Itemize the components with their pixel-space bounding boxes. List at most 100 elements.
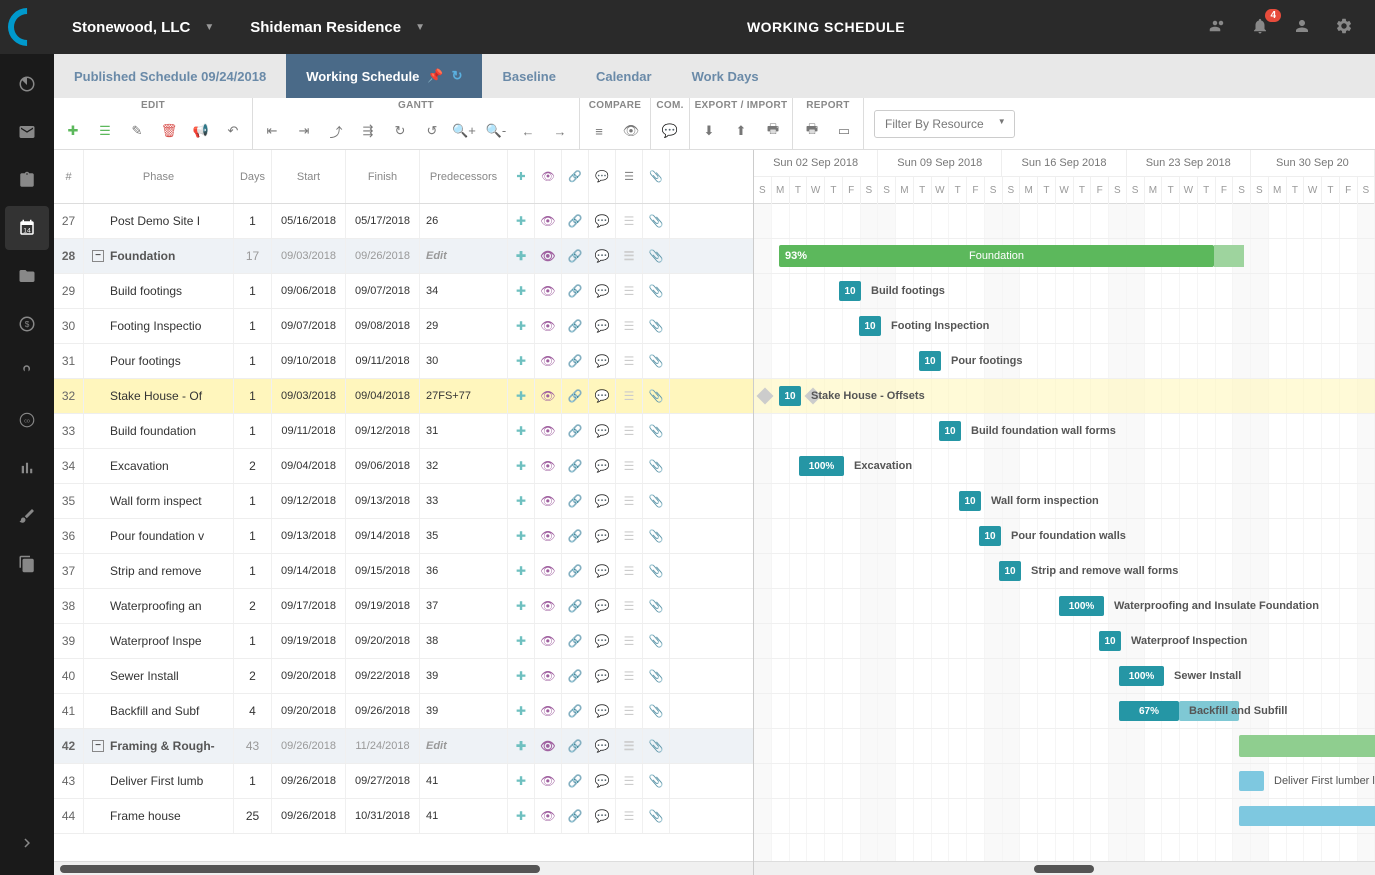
attach-icon[interactable]: 📎 (643, 344, 670, 378)
eye-icon[interactable]: 👁 (535, 659, 562, 693)
eye-icon[interactable]: 👁 (535, 589, 562, 623)
list-icon[interactable]: ☰ (616, 729, 643, 763)
table-row[interactable]: 32Stake House - Of109/03/201809/04/20182… (54, 379, 753, 414)
refresh-button[interactable]: ↻ (385, 116, 415, 146)
col-days[interactable]: Days (234, 150, 272, 203)
table-row[interactable]: 30Footing Inspectio109/07/201809/08/2018… (54, 309, 753, 344)
link-icon[interactable]: 🔗 (562, 274, 589, 308)
refresh-icon[interactable]: ↻ (452, 68, 463, 84)
table-row[interactable]: 29Build footings109/06/201809/07/201834✚… (54, 274, 753, 309)
table-row[interactable]: 33Build foundation 109/11/201809/12/2018… (54, 414, 753, 449)
sidebar-selections[interactable] (5, 350, 49, 394)
list-icon[interactable]: ☰ (616, 379, 643, 413)
chat-icon[interactable]: 💬 (589, 624, 616, 658)
eye-icon[interactable]: 👁 (535, 624, 562, 658)
list-icon[interactable]: ☰ (616, 204, 643, 238)
attach-icon[interactable]: 📎 (643, 554, 670, 588)
table-row[interactable]: 36Pour foundation v109/13/201809/14/2018… (54, 519, 753, 554)
add-icon[interactable]: ✚ (508, 484, 535, 518)
next-button[interactable]: → (545, 116, 575, 146)
table-row[interactable]: 43Deliver First lumb109/26/201809/27/201… (54, 764, 753, 799)
filter-resource-dropdown[interactable]: Filter By Resource (874, 110, 1015, 138)
link-icon[interactable]: 🔗 (562, 204, 589, 238)
col-pred[interactable]: Predecessors (420, 150, 508, 203)
add-icon[interactable]: ✚ (508, 554, 535, 588)
link-icon[interactable]: 🔗 (562, 659, 589, 693)
eye-icon[interactable]: 👁 (535, 449, 562, 483)
chat-icon[interactable]: 💬 (589, 309, 616, 343)
link-icon[interactable]: 🔗 (562, 729, 589, 763)
link-icon[interactable]: 🔗 (562, 379, 589, 413)
eye-icon[interactable]: 👁 (535, 414, 562, 448)
sidebar-reports[interactable] (5, 446, 49, 490)
list-icon[interactable]: ☰ (616, 554, 643, 588)
chat-icon[interactable]: 💬 (589, 204, 616, 238)
company-dropdown[interactable]: Stonewood, LLC▼ (54, 19, 232, 36)
attach-icon[interactable]: 📎 (643, 309, 670, 343)
chat-icon[interactable]: 💬 (589, 694, 616, 728)
compare-button[interactable]: ≡ (584, 116, 614, 146)
list-icon[interactable]: ☰ (616, 589, 643, 623)
link-icon[interactable]: 🔗 (562, 239, 589, 273)
col-link[interactable]: 🔗 (562, 150, 589, 203)
col-finish[interactable]: Finish (346, 150, 420, 203)
user-icon[interactable] (1293, 17, 1313, 37)
list-icon[interactable]: ☰ (616, 414, 643, 448)
eye-icon[interactable]: 👁 (535, 799, 562, 833)
link-icon[interactable]: 🔗 (562, 344, 589, 378)
table-row[interactable]: 27Post Demo Site I105/16/201805/17/20182… (54, 204, 753, 239)
sidebar-schedule[interactable]: 14 (5, 206, 49, 250)
eye-icon[interactable]: 👁 (535, 204, 562, 238)
eye-icon[interactable]: 👁 (535, 309, 562, 343)
attach-icon[interactable]: 📎 (643, 589, 670, 623)
announce-button[interactable]: 📢 (186, 116, 216, 146)
add-icon[interactable]: ✚ (508, 204, 535, 238)
list-icon[interactable]: ☰ (616, 764, 643, 798)
col-attach[interactable]: 📎 (643, 150, 670, 203)
table-row[interactable]: 34Excavation209/04/201809/06/201832✚👁🔗💬☰… (54, 449, 753, 484)
eye-icon[interactable]: 👁 (535, 764, 562, 798)
col-start[interactable]: Start (272, 150, 346, 203)
add-icon[interactable]: ✚ (508, 659, 535, 693)
list-icon[interactable]: ☰ (616, 449, 643, 483)
outdent-button[interactable]: ⇤ (257, 116, 287, 146)
table-row[interactable]: 42−Framing & Rough-4309/26/201811/24/201… (54, 729, 753, 764)
sidebar-tasks[interactable] (5, 158, 49, 202)
link-icon[interactable]: 🔗 (562, 519, 589, 553)
eye-icon[interactable]: 👁 (535, 554, 562, 588)
list-icon[interactable]: ☰ (616, 694, 643, 728)
list-icon[interactable]: ☰ (616, 274, 643, 308)
link-icon[interactable]: 🔗 (562, 554, 589, 588)
chat-icon[interactable]: 💬 (589, 239, 616, 273)
users-icon[interactable] (1209, 17, 1229, 37)
attach-icon[interactable]: 📎 (643, 239, 670, 273)
table-row[interactable]: 44Frame house2509/26/201810/31/201841✚👁🔗… (54, 799, 753, 834)
add-icon[interactable]: ✚ (508, 379, 535, 413)
table-row[interactable]: 39Waterproof Inspe109/19/201809/20/20183… (54, 624, 753, 659)
link-icon[interactable]: 🔗 (562, 449, 589, 483)
moveup-button[interactable]: ⤴ (321, 116, 351, 146)
attach-icon[interactable]: 📎 (643, 449, 670, 483)
add-icon[interactable]: ✚ (508, 519, 535, 553)
col-list[interactable]: ☰ (616, 150, 643, 203)
col-eye[interactable]: 👁 (535, 150, 562, 203)
zoomin-button[interactable]: 🔍+ (449, 116, 479, 146)
table-row[interactable]: 38Waterproofing an209/17/201809/19/20183… (54, 589, 753, 624)
tab-calendar[interactable]: Calendar (576, 54, 672, 98)
table-row[interactable]: 31Pour footings109/10/201809/11/201830✚👁… (54, 344, 753, 379)
table-row[interactable]: 40Sewer Install209/20/201809/22/201839✚👁… (54, 659, 753, 694)
add-icon[interactable]: ✚ (508, 274, 535, 308)
eye-icon[interactable]: 👁 (535, 729, 562, 763)
link-icon[interactable]: 🔗 (562, 694, 589, 728)
sidebar-dashboard[interactable] (5, 62, 49, 106)
grid-body[interactable]: 27Post Demo Site I105/16/201805/17/20182… (54, 204, 753, 861)
table-row[interactable]: 28−Foundation1709/03/201809/26/2018Edit✚… (54, 239, 753, 274)
add-button[interactable]: ✚ (58, 116, 88, 146)
eye-icon[interactable]: 👁 (535, 274, 562, 308)
add-icon[interactable]: ✚ (508, 694, 535, 728)
prev-button[interactable]: ← (513, 116, 543, 146)
chat-icon[interactable]: 💬 (589, 519, 616, 553)
bell-icon[interactable]: 4 (1251, 17, 1271, 37)
view-button[interactable]: 👁 (616, 116, 646, 146)
table-row[interactable]: 35Wall form inspect109/12/201809/13/2018… (54, 484, 753, 519)
